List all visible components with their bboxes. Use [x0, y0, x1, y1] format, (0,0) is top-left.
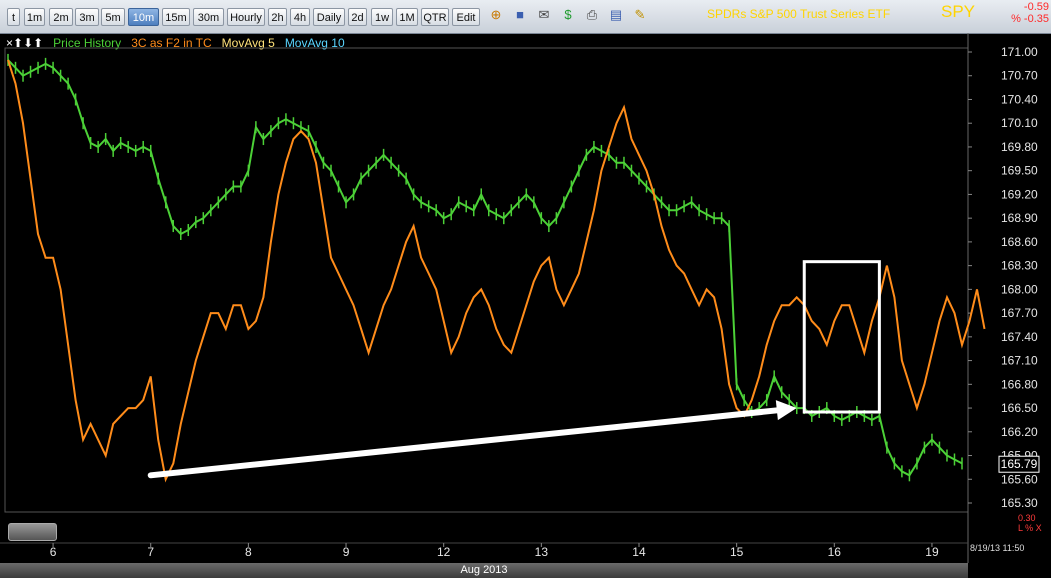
date-axis-label: Aug 2013	[0, 563, 968, 578]
y-tick-label: 170.40	[1001, 92, 1038, 106]
y-tick-label: 166.20	[1001, 425, 1038, 439]
x-tick-label: 7	[147, 545, 154, 559]
x-tick-label: 12	[437, 545, 451, 559]
y-tick-label: 165.30	[1001, 496, 1038, 510]
x-tick-label: 6	[50, 545, 57, 559]
y-tick-label: 169.80	[1001, 140, 1038, 154]
x-tick-label: 16	[828, 545, 842, 559]
price-series	[7, 53, 963, 482]
y-tick-label: 170.10	[1001, 116, 1038, 130]
y-tick-label: 168.30	[1001, 259, 1038, 273]
x-tick-label: 8	[245, 545, 252, 559]
x-tick-label: 15	[730, 545, 744, 559]
y-tick-label: 169.20	[1001, 187, 1038, 201]
y-tick-label: 165.60	[1001, 472, 1038, 486]
y-tick-label: 167.70	[1001, 306, 1038, 320]
y-tick-label: 167.10	[1001, 354, 1038, 368]
trend-arrow-shaft	[147, 406, 788, 479]
y-tick-label: 171.00	[1001, 45, 1038, 59]
trend-arrow	[147, 400, 797, 479]
y-tick-label: 168.00	[1001, 282, 1038, 296]
y-tick-label: 169.50	[1001, 164, 1038, 178]
y-tick-label: 168.60	[1001, 235, 1038, 249]
last-price-label: 165.79	[1001, 457, 1038, 471]
indicator-pane-flags: L % X	[1018, 523, 1042, 533]
x-tick-label: 14	[632, 545, 646, 559]
x-tick-label: 19	[925, 545, 939, 559]
trend-arrow-head	[775, 400, 797, 421]
indicator-3c-line	[7, 59, 986, 483]
indicator-pane-value: 0.30 L % X	[1018, 513, 1042, 533]
y-tick-label: 166.80	[1001, 377, 1038, 391]
y-tick-label: 170.70	[1001, 69, 1038, 83]
y-tick-label: 166.50	[1001, 401, 1038, 415]
price-chart[interactable]: 171.00 170.70 170.40 170.10 169.80 169.50 169.…	[0, 0, 1051, 563]
timestamp: 8/19/13 11:50	[970, 543, 1025, 553]
x-tick-label: 13	[535, 545, 549, 559]
y-tick-label: 167.40	[1001, 330, 1038, 344]
y-tick-label: 168.90	[1001, 211, 1038, 225]
chart-scroll-knob[interactable]	[8, 523, 57, 541]
x-tick-label: 9	[343, 545, 350, 559]
indicator-pane-number: 0.30	[1018, 513, 1036, 523]
